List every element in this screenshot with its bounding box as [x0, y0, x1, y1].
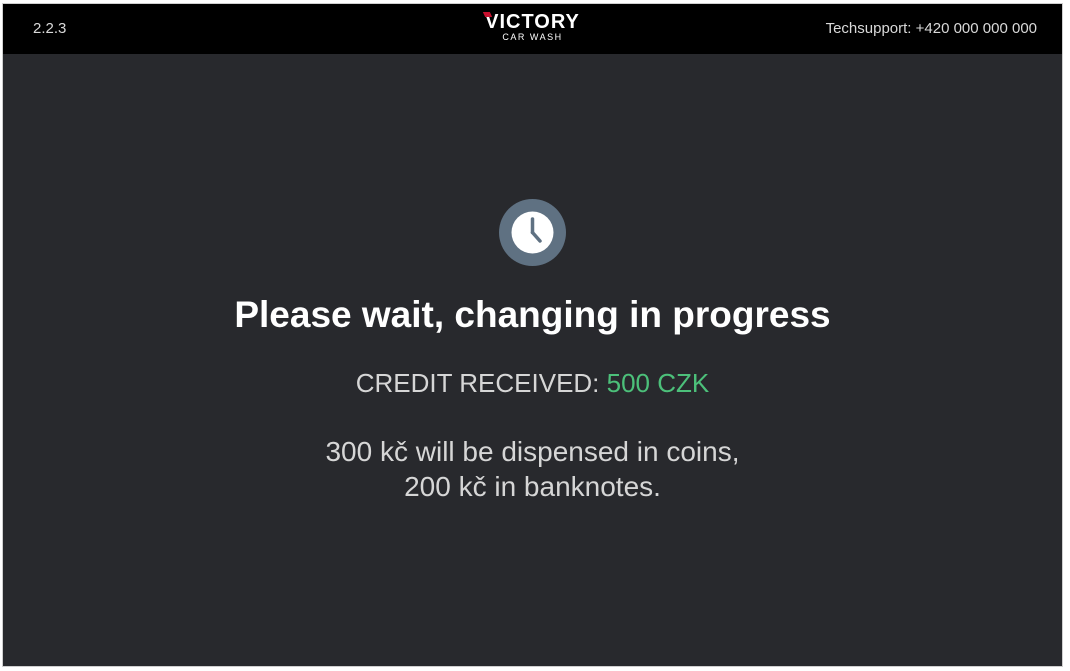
main-content: Please wait, changing in progress CREDIT… [3, 54, 1062, 666]
techsupport-label: Techsupport: +420 000 000 000 [825, 20, 1037, 37]
status-headline: Please wait, changing in progress [234, 294, 831, 335]
logo-first-letter: V [485, 11, 500, 33]
dispense-info: 300 kč will be dispensed in coins, 200 k… [3, 434, 1062, 504]
logo-rest: ICTORY [499, 11, 580, 33]
dispense-banknotes-line: 200 kč in banknotes. [404, 471, 661, 502]
kiosk-screen: 2.2.3 VICTORY CAR WASH Techsupport: +420… [2, 3, 1063, 667]
credit-label: CREDIT RECEIVED: [355, 368, 607, 398]
credit-amount: 500 CZK [606, 368, 710, 398]
credit-received: CREDIT RECEIVED: 500 CZK [3, 367, 1062, 399]
dispense-coins-line: 300 kč will be dispensed in coins, [325, 436, 740, 467]
clock-icon [499, 199, 566, 266]
top-bar: 2.2.3 VICTORY CAR WASH Techsupport: +420… [3, 4, 1062, 54]
